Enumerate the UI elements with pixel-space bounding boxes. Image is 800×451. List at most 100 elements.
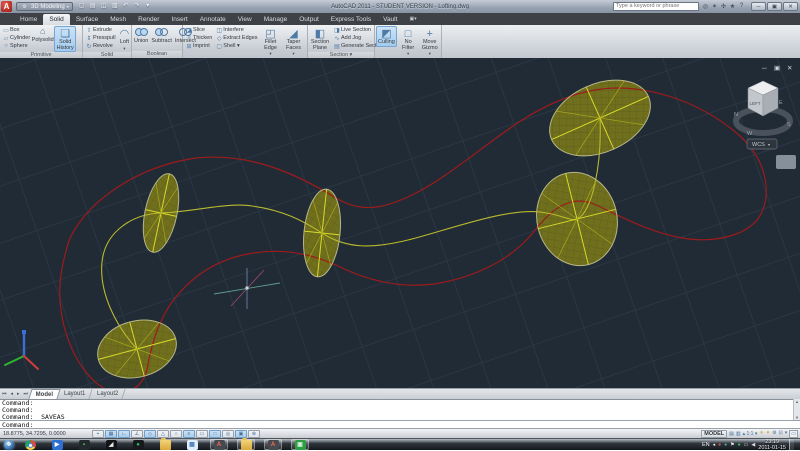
subtract-button[interactable]: Subtract: [150, 26, 172, 44]
tray-app-teal-icon[interactable]: ●: [724, 442, 727, 448]
tab-surface[interactable]: Surface: [70, 14, 104, 25]
doc-minimize-icon[interactable]: ─: [761, 65, 767, 72]
tab-render[interactable]: Render: [132, 14, 165, 25]
viewcube-face-label[interactable]: LEFT: [750, 101, 761, 106]
cylinder-button[interactable]: ▱ Cylinder: [1, 34, 31, 42]
ortho-toggle[interactable]: ∟: [118, 429, 130, 438]
taskbar-autocad-icon[interactable]: A: [210, 439, 228, 450]
close-button[interactable]: ✕: [783, 1, 798, 11]
plot-icon[interactable]: ▥: [110, 2, 120, 11]
culling-button[interactable]: ◩ Culling: [376, 26, 397, 47]
tab-vault[interactable]: Vault: [377, 14, 403, 25]
union-button[interactable]: Union: [133, 26, 149, 44]
lwt-toggle[interactable]: □: [209, 429, 221, 438]
annotation-visibility-icon[interactable]: ☀: [759, 430, 763, 438]
otrack-toggle[interactable]: ○: [170, 429, 182, 438]
shell-button[interactable]: ▢ Shell ▾: [214, 42, 258, 50]
tab-home[interactable]: Home: [14, 14, 43, 25]
taskbar-clock[interactable]: 23:19 2011-01-15: [758, 439, 786, 451]
command-scrollbar[interactable]: ▲ ▼: [793, 399, 800, 420]
taskbar-zune-icon[interactable]: ◢: [102, 439, 120, 450]
tray-spotify-icon[interactable]: ●: [738, 442, 741, 448]
tab-manage[interactable]: Manage: [258, 14, 294, 25]
no-filter-button[interactable]: □ No Filter ▾: [398, 26, 419, 58]
tab-solid[interactable]: Solid: [43, 14, 70, 25]
viewcube[interactable]: N E S W LEFT WCS ▾: [733, 80, 796, 169]
compass-s[interactable]: S: [787, 122, 791, 128]
minimize-button[interactable]: ─: [751, 1, 766, 11]
taskbar-media-player-icon[interactable]: ▶: [48, 439, 66, 450]
quick-view-layouts-icon[interactable]: ▤: [729, 431, 734, 437]
tab-mesh[interactable]: Mesh: [104, 14, 132, 25]
sphere-button[interactable]: ○ Sphere: [1, 42, 31, 50]
favorites-icon[interactable]: ★: [728, 3, 737, 10]
search-input[interactable]: [613, 1, 699, 11]
compass-e[interactable]: E: [779, 100, 783, 106]
section-plane-button[interactable]: ◧ Section Plane: [309, 26, 331, 52]
subscription-center-icon[interactable]: ✶: [710, 3, 719, 10]
tab-express-tools[interactable]: Express Tools: [325, 14, 377, 25]
annotation-scale-control[interactable]: ▴ 1:1 ▾: [743, 431, 758, 437]
box-button[interactable]: ▭ Box: [1, 26, 31, 34]
selection-cycling-toggle[interactable]: ⊕: [248, 429, 260, 438]
start-button[interactable]: ❖: [4, 439, 14, 450]
drawing-canvas[interactable]: N E S W LEFT WCS ▾ ─ ▣ ✕: [0, 0, 800, 451]
taskbar-folder2-icon[interactable]: [237, 437, 255, 450]
app-status-arrow-icon[interactable]: ▾: [785, 430, 788, 438]
taskbar-notes-icon[interactable]: ▣: [291, 439, 309, 450]
dyn-toggle[interactable]: ▭: [196, 429, 208, 438]
open-file-icon[interactable]: ▤: [88, 2, 98, 11]
taskbar-messenger-icon[interactable]: ▪: [75, 439, 93, 450]
layout-nav-0-icon[interactable]: ⏮: [0, 391, 9, 397]
show-desktop-button[interactable]: [789, 438, 794, 451]
tab-view[interactable]: View: [232, 14, 258, 25]
command-input-line[interactable]: Command:: [0, 420, 800, 429]
ribbon-options-icon[interactable]: ▣▾: [409, 14, 416, 25]
solid-history-button[interactable]: ❏ Solid History: [54, 26, 77, 52]
tray-app-red-icon[interactable]: ●: [718, 442, 721, 448]
restore-button[interactable]: ▣: [767, 1, 782, 11]
clean-screen-button[interactable]: ▭: [789, 429, 798, 438]
tab-output[interactable]: Output: [293, 14, 325, 25]
layout-tab-layout1[interactable]: Layout1: [57, 389, 94, 399]
search-icon[interactable]: ◎: [701, 3, 710, 10]
wcs-label[interactable]: WCS: [752, 142, 765, 148]
taskbar-chrome-icon[interactable]: [21, 439, 39, 450]
save-icon[interactable]: ◫: [99, 2, 109, 11]
extrude-button[interactable]: ⇧ Extrude: [84, 26, 117, 34]
polysolid-button[interactable]: ⌂ Polysolid: [32, 26, 54, 43]
help-icon[interactable]: ?: [737, 3, 746, 10]
taskbar-photo-viewer-icon[interactable]: ▦: [183, 439, 201, 450]
workspace-switcher[interactable]: ⚙ 3D Modeling ▾: [16, 2, 73, 11]
imprint-button[interactable]: ⊞ Imprint: [184, 42, 213, 50]
network-icon[interactable]: ▭: [744, 442, 749, 448]
3d-osnap-toggle[interactable]: △: [157, 429, 169, 438]
quick-view-drawings-icon[interactable]: ▥: [736, 431, 741, 437]
new-file-icon[interactable]: ▢: [77, 2, 87, 11]
redo-icon[interactable]: ↷: [132, 2, 142, 11]
communication-center-icon[interactable]: ✣: [719, 3, 728, 10]
ducs-toggle[interactable]: ≡: [183, 429, 195, 438]
compass-w[interactable]: W: [747, 131, 753, 137]
undo-icon[interactable]: ↶: [121, 2, 131, 11]
doc-restore-icon[interactable]: ▣: [774, 65, 780, 72]
action-center-flag-icon[interactable]: ⚑: [730, 442, 734, 448]
taskbar-explorer-icon[interactable]: [156, 437, 174, 450]
osnap-toggle[interactable]: ◇: [144, 429, 156, 438]
layout-tab-model[interactable]: Model: [28, 389, 62, 399]
language-indicator[interactable]: EN: [702, 442, 710, 448]
qat-dropdown-icon[interactable]: ▾: [143, 2, 153, 11]
hidden-icons-arrow-icon[interactable]: ◂: [713, 442, 716, 448]
extract-edges-button[interactable]: ◇ Extract Edges: [214, 34, 258, 42]
model-space-button[interactable]: MODEL: [701, 429, 728, 438]
quick-properties-toggle[interactable]: ▣: [235, 429, 247, 438]
snap-toggle[interactable]: +: [92, 429, 104, 438]
grid-toggle[interactable]: ▦: [105, 429, 117, 438]
tab-insert[interactable]: Insert: [165, 14, 193, 25]
polar-toggle[interactable]: ∠: [131, 429, 143, 438]
doc-close-icon[interactable]: ✕: [787, 65, 792, 72]
compass-n[interactable]: N: [734, 112, 738, 118]
navbar-panel[interactable]: [776, 155, 796, 169]
move-gizmo-button[interactable]: + Move Gizmo ▾: [419, 26, 440, 58]
loft-button[interactable]: ◠ Loft ▾: [118, 26, 132, 52]
